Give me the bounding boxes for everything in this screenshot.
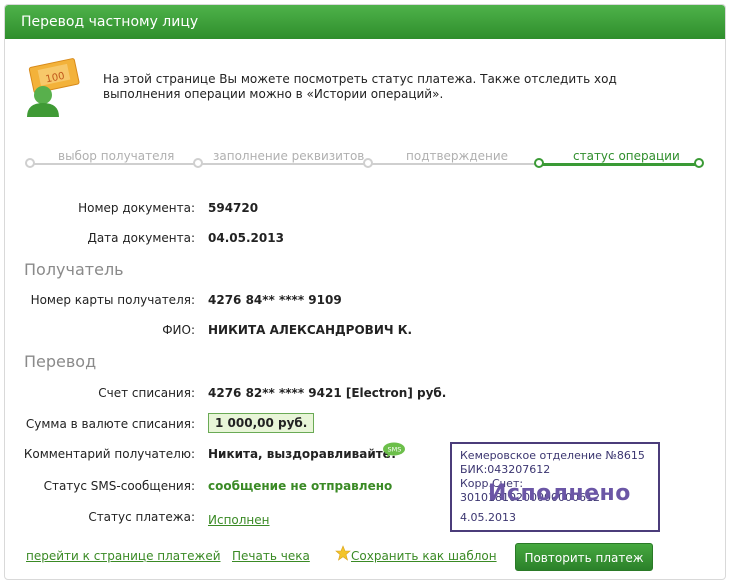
- bank-stamp: Кемеровское отделение №8615 БИК:04320761…: [450, 442, 660, 532]
- step-dot-end: [694, 158, 704, 168]
- step-label-2: заполнение реквизитов: [213, 149, 365, 163]
- star-icon: [335, 545, 351, 561]
- doc-date-value: 04.05.2013: [208, 231, 284, 245]
- step-dot-4: [534, 158, 544, 168]
- steps-line-pending: [29, 163, 539, 165]
- payment-status-label: Статус платежа:: [88, 510, 195, 524]
- step-label-1: выбор получателя: [58, 149, 175, 163]
- transfer-person-icon: 100: [27, 58, 80, 117]
- recipient-section-title: Получатель: [24, 260, 124, 279]
- sms-icon-text: SMS: [388, 446, 402, 454]
- payment-status-panel: Перевод частному лицу 100 На этой страни…: [4, 4, 726, 580]
- intro-text: На этой странице Вы можете посмотреть ст…: [103, 72, 617, 101]
- recipient-name-label: ФИО:: [162, 323, 195, 337]
- doc-number-value: 594720: [208, 201, 259, 215]
- step-dot-2: [193, 158, 203, 168]
- step-dot-3: [363, 158, 373, 168]
- transfer-section-title: Перевод: [24, 352, 97, 371]
- repeat-payment-button[interactable]: Повторить платеж: [515, 543, 653, 571]
- stamp-executed: Исполнено: [488, 481, 631, 506]
- payment-status-link[interactable]: Исполнен: [208, 513, 270, 527]
- doc-date-label: Дата документа:: [87, 231, 195, 245]
- step-dot-1: [25, 158, 35, 168]
- sms-status-value: сообщение не отправлено: [208, 479, 393, 493]
- account-label: Счет списания:: [98, 386, 195, 400]
- print-receipt-link[interactable]: Печать чека: [232, 549, 310, 563]
- recipient-card-value: 4276 84** **** 9109: [208, 293, 342, 307]
- stamp-bik: БИК:043207612: [460, 463, 551, 476]
- comment-label: Комментарий получателю:: [23, 447, 195, 461]
- payments-page-link[interactable]: перейти к странице платежей: [26, 549, 221, 563]
- step-label-4: статус операции: [573, 149, 680, 163]
- stamp-branch: Кемеровское отделение №8615: [460, 449, 645, 462]
- panel-header: Перевод частному лицу: [5, 5, 725, 39]
- account-value: 4276 82** **** 9421 [Electron] руб.: [208, 386, 447, 400]
- step-label-3: подтверждение: [406, 149, 509, 163]
- progress-steps: выбор получателя заполнение реквизитов п…: [25, 147, 705, 177]
- comment-value: Никита, выздоравливайте!: [208, 447, 397, 461]
- stamp-date: 4.05.2013: [460, 511, 516, 524]
- panel-title: Перевод частному лицу: [21, 14, 199, 30]
- amount-value: 1 000,00 руб.: [208, 413, 315, 433]
- recipient-card-label: Номер карты получателя:: [30, 293, 195, 307]
- steps-line-current: [539, 163, 699, 166]
- doc-number-label: Номер документа:: [78, 201, 195, 215]
- save-template-link[interactable]: Сохранить как шаблон: [351, 549, 497, 563]
- recipient-name-value: НИКИТА АЛЕКСАНДРОВИЧ К.: [208, 323, 413, 337]
- amount-label: Сумма в валюте списания:: [25, 417, 195, 431]
- sms-status-label: Статус SMS-сообщения:: [43, 479, 195, 493]
- sms-icon: SMS: [383, 442, 405, 458]
